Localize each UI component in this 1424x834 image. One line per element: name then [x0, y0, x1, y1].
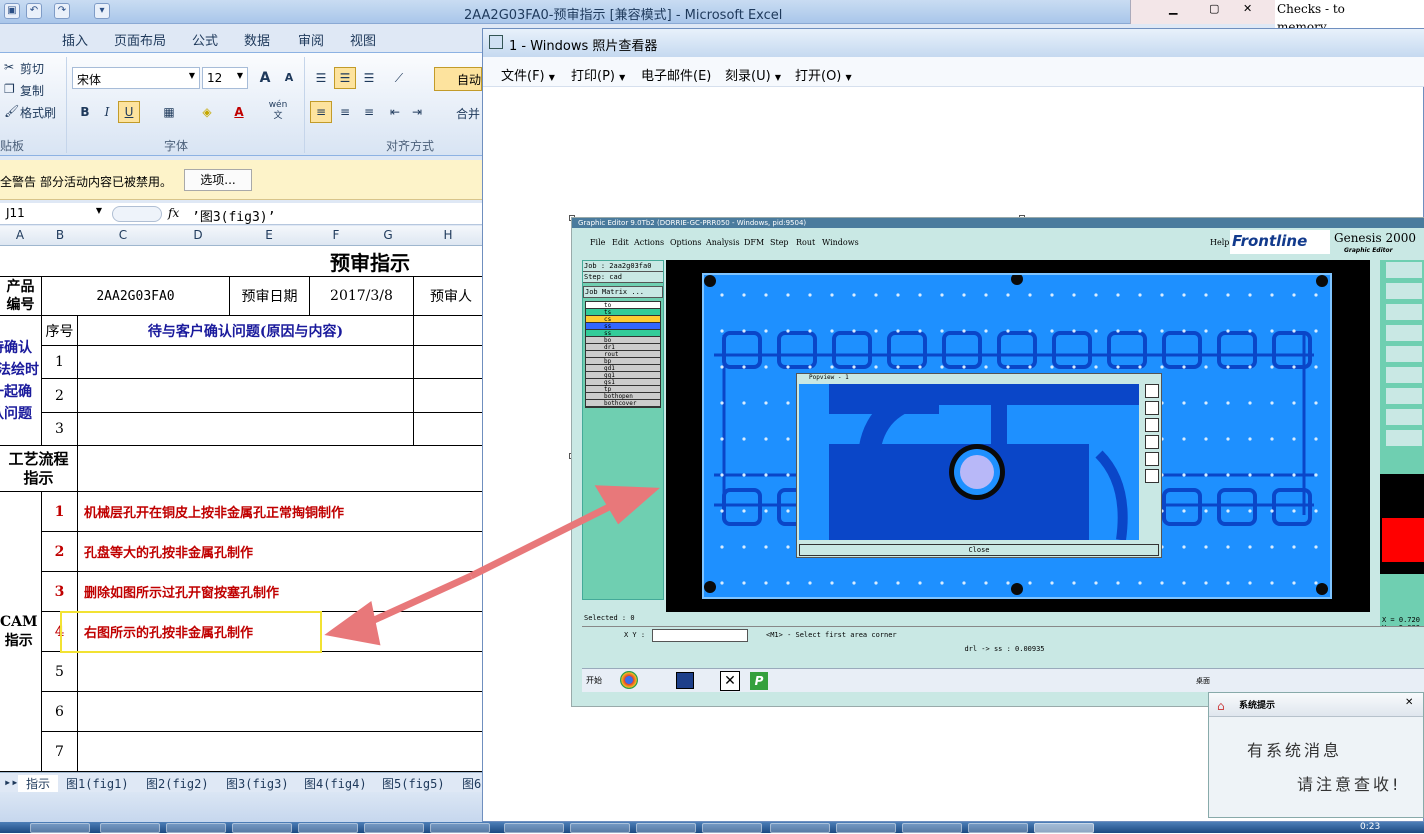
taskbar-item-active[interactable]: [1034, 823, 1094, 833]
taskbar-item[interactable]: [166, 823, 226, 833]
arrow-head: [594, 485, 660, 525]
taskbar-item[interactable]: [968, 823, 1028, 833]
clock: 0:23: [1360, 822, 1381, 832]
windows-taskbar: 0:23: [0, 822, 1424, 833]
notification-line1: 有系统消息: [1247, 741, 1343, 760]
taskbar-item[interactable]: [636, 823, 696, 833]
house-icon: ⌂: [1217, 699, 1225, 713]
notification-title: 系统提示: [1209, 693, 1423, 717]
taskbar-item[interactable]: [504, 823, 564, 833]
arrow-head: [324, 600, 381, 646]
taskbar-item[interactable]: [430, 823, 490, 833]
taskbar-item[interactable]: [902, 823, 962, 833]
taskbar-item[interactable]: [836, 823, 896, 833]
taskbar-item[interactable]: [30, 823, 90, 833]
arrow-graphics: [324, 485, 660, 646]
arrow-shaft: [469, 497, 623, 580]
taskbar-item[interactable]: [298, 823, 358, 833]
taskbar-item[interactable]: [702, 823, 762, 833]
notification-line2: 请注意查收!: [1297, 775, 1402, 794]
system-notification: 系统提示 ⌂ ✕ 有系统消息 请注意查收!: [1208, 692, 1424, 818]
taskbar-item[interactable]: [232, 823, 292, 833]
taskbar-item[interactable]: [364, 823, 424, 833]
taskbar-item[interactable]: [770, 823, 830, 833]
notification-title-text: 系统提示: [1239, 701, 1276, 711]
taskbar-item[interactable]: [100, 823, 160, 833]
taskbar-item[interactable]: [570, 823, 630, 833]
arrow-shaft: [359, 572, 473, 630]
notification-close-icon[interactable]: ✕: [1405, 697, 1413, 708]
